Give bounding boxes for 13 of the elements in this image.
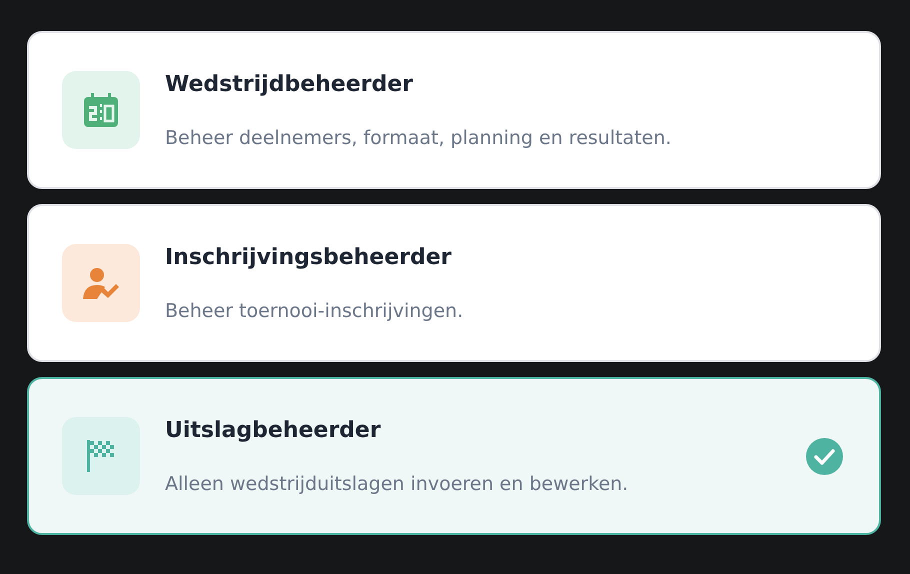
calendar-icon — [83, 93, 119, 127]
role-description: Alleen wedstrijduitslagen invoeren en bewerken. — [165, 472, 630, 494]
role-title: Wedstrijdbeheerder — [165, 72, 414, 96]
check-icon — [806, 438, 843, 474]
role-description: Beheer toernooi-inschrijvingen. — [165, 300, 464, 322]
role-card[interactable]: Uitslagbeheerder Alleen wedstrijduitslagen invoeren en bewerken. — [27, 377, 881, 535]
checkered-flag-icon — [87, 440, 115, 472]
user-check-icon — [83, 267, 119, 299]
role-title: Uitslagbeheerder — [165, 418, 382, 442]
role-title: Inschrijvingsbeheerder — [165, 244, 453, 270]
role-card[interactable]: Inschrijvingsbeheerder Beheer toernooi-inschrijvingen. — [27, 204, 881, 362]
role-description: Beheer deelnemers, formaat, planning en resultaten. — [165, 126, 672, 148]
role-card[interactable]: Wedstrijdbeheerder Beheer deelnemers, formaat, planning en resultaten. — [27, 31, 881, 189]
